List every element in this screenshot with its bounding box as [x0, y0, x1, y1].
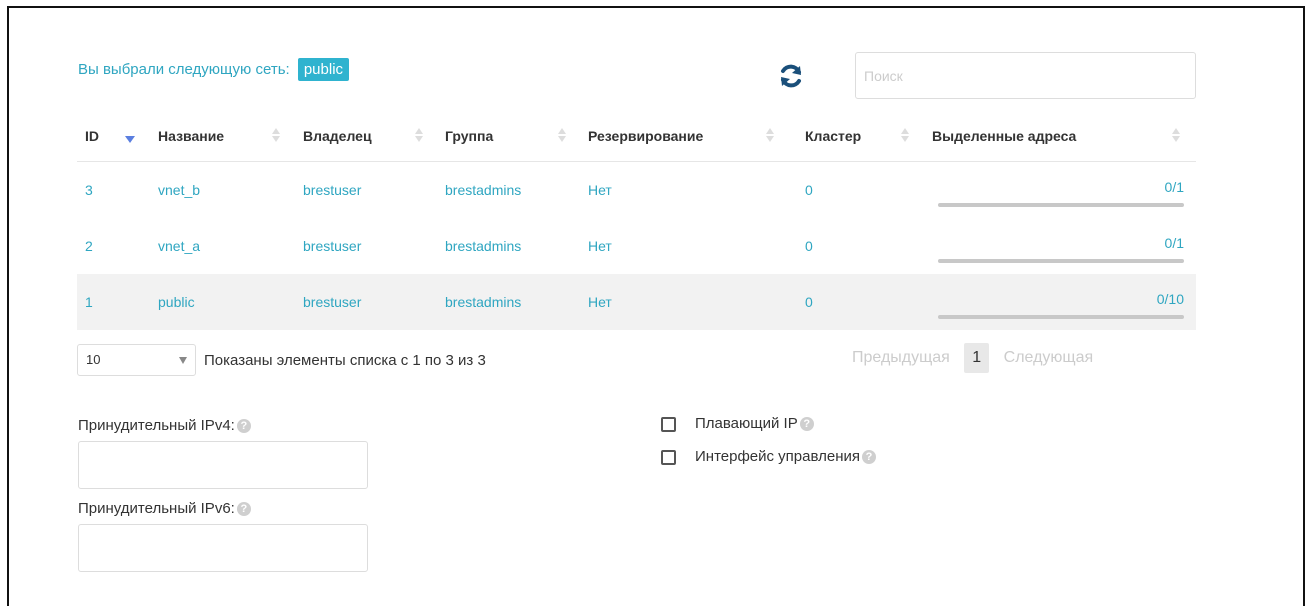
cell-id: 3	[85, 182, 93, 198]
leases-bar	[938, 259, 1184, 263]
cell-leases: 0/1	[924, 218, 1196, 274]
table-header-row: ID Название Владелец Группа Резервирован…	[77, 111, 1196, 162]
sort-icon	[415, 128, 423, 144]
networks-table: ID Название Владелец Группа Резервирован…	[77, 111, 1196, 330]
cell-group: brestadmins	[445, 238, 522, 254]
pagination-info: Показаны элементы списка с 1 по 3 из 3	[204, 352, 486, 369]
col-header-reservation[interactable]: Резервирование	[580, 111, 797, 162]
cell-cluster: 0	[805, 182, 813, 198]
col-header-group[interactable]: Группа	[437, 111, 580, 162]
sort-desc-icon	[125, 136, 135, 143]
cell-leases: 0/1	[924, 162, 1196, 219]
leases-text: 0/1	[1164, 179, 1184, 195]
page-size-select[interactable]: 10	[77, 344, 196, 376]
table-row-selected[interactable]: 1 public brestuser brestadmins Нет 0 0/1…	[77, 274, 1196, 330]
cell-owner: brestuser	[295, 274, 437, 330]
cell-reservation: Нет	[588, 182, 612, 198]
selected-network-row: Вы выбрали следующую сеть: public	[78, 58, 350, 81]
mgmt-interface-label: Интерфейс управления?	[695, 448, 876, 465]
table-row[interactable]: 2 vnet_a brestuser brestadmins Нет 0 0/1	[77, 218, 1196, 274]
leases-bar	[938, 315, 1184, 319]
help-icon[interactable]: ?	[799, 417, 814, 432]
sort-icon	[901, 128, 909, 144]
col-header-name[interactable]: Название	[150, 111, 295, 162]
cell-owner: brestuser	[303, 182, 362, 198]
sort-icon	[558, 128, 566, 144]
sort-icon	[766, 128, 774, 144]
cell-name: public	[150, 274, 295, 330]
ipv4-label: Принудительный IPv4:?	[78, 417, 251, 434]
mgmt-interface-checkbox[interactable]	[661, 450, 676, 465]
selected-network-badge: public	[297, 58, 350, 81]
cell-id: 2	[85, 238, 93, 254]
table-row[interactable]: 3 vnet_b brestuser brestadmins Нет 0 0/1	[77, 162, 1196, 219]
help-icon[interactable]: ?	[236, 419, 251, 434]
cell-group: brestadmins	[445, 182, 522, 198]
chevron-down-icon	[179, 357, 187, 364]
cell-cluster: 0	[805, 238, 813, 254]
cell-name: vnet_b	[158, 182, 201, 198]
prev-page-button[interactable]: Предыдущая	[852, 349, 950, 367]
current-page-button[interactable]: 1	[964, 343, 990, 373]
col-header-cluster[interactable]: Кластер	[797, 111, 924, 162]
sort-icon	[272, 128, 280, 144]
ipv4-field[interactable]	[78, 441, 368, 489]
cell-leases: 0/10	[924, 274, 1196, 330]
leases-text: 0/10	[1156, 291, 1184, 307]
floating-ip-label: Плавающий IP?	[695, 415, 814, 432]
ipv6-field[interactable]	[78, 524, 368, 572]
pagination: Предыдущая 1 Следующая	[852, 343, 1093, 373]
cell-reservation: Нет	[580, 274, 797, 330]
search-input[interactable]	[855, 52, 1196, 99]
cell-group: brestadmins	[437, 274, 580, 330]
refresh-icon[interactable]	[778, 63, 804, 89]
page-size-value: 10	[86, 352, 101, 367]
next-page-button[interactable]: Следующая	[1004, 349, 1094, 367]
help-icon[interactable]: ?	[862, 450, 876, 465]
help-icon[interactable]: ?	[236, 502, 251, 517]
cell-name: vnet_a	[158, 238, 201, 254]
col-header-id[interactable]: ID	[77, 111, 150, 162]
leases-bar	[938, 203, 1184, 207]
cell-owner: brestuser	[303, 238, 362, 254]
col-header-owner[interactable]: Владелец	[295, 111, 437, 162]
cell-cluster: 0	[797, 274, 924, 330]
floating-ip-checkbox[interactable]	[661, 417, 676, 432]
leases-text: 0/1	[1164, 235, 1184, 251]
sort-icon	[1172, 128, 1180, 144]
cell-id: 1	[77, 274, 150, 330]
ipv6-label: Принудительный IPv6:?	[78, 500, 251, 517]
col-header-leases[interactable]: Выделенные адреса	[924, 111, 1196, 162]
cell-reservation: Нет	[588, 238, 612, 254]
selected-network-label: Вы выбрали следующую сеть:	[78, 61, 290, 78]
